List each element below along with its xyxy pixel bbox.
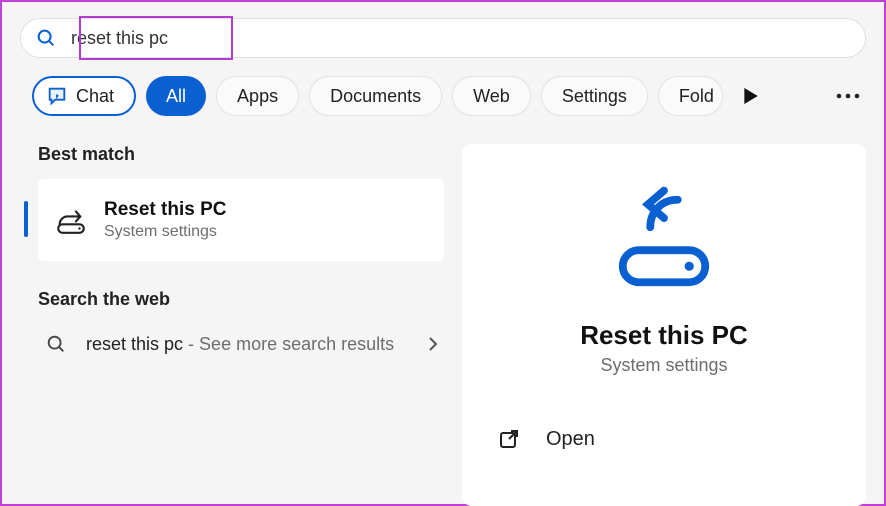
reset-pc-large-icon xyxy=(609,186,719,296)
open-action[interactable]: Open xyxy=(462,426,866,452)
search-web-heading: Search the web xyxy=(38,289,444,310)
filter-documents[interactable]: Documents xyxy=(309,76,442,116)
web-search-text: reset this pc - See more search results xyxy=(86,332,410,356)
filter-all[interactable]: All xyxy=(146,76,206,116)
preview-subtitle: System settings xyxy=(600,355,727,376)
search-icon xyxy=(35,27,57,49)
results-area: Best match Reset this PC System settings… xyxy=(2,144,884,506)
chevron-right-icon xyxy=(428,336,438,352)
filter-web[interactable]: Web xyxy=(452,76,531,116)
reset-pc-icon xyxy=(54,203,88,237)
search-icon xyxy=(44,332,68,356)
scroll-right-button[interactable] xyxy=(733,78,769,114)
best-match-title: Reset this PC xyxy=(104,199,226,221)
filter-row: Chat All Apps Documents Web Settings Fol… xyxy=(2,58,884,116)
preview-panel: Reset this PC System settings Open xyxy=(462,144,866,506)
filter-settings[interactable]: Settings xyxy=(541,76,648,116)
best-match-subtitle: System settings xyxy=(104,223,226,241)
filter-folders[interactable]: Fold xyxy=(658,76,723,116)
chat-label: Chat xyxy=(76,86,114,107)
bing-chat-icon xyxy=(46,85,68,107)
open-icon xyxy=(496,426,522,452)
search-bar[interactable] xyxy=(20,18,866,58)
open-label: Open xyxy=(546,428,595,451)
best-match-heading: Best match xyxy=(38,144,444,165)
best-match-text: Reset this PC System settings xyxy=(104,199,226,241)
results-left-column: Best match Reset this PC System settings… xyxy=(2,144,454,506)
search-input[interactable] xyxy=(71,28,851,49)
best-match-result[interactable]: Reset this PC System settings xyxy=(38,179,444,261)
web-search-item[interactable]: reset this pc - See more search results xyxy=(38,324,444,364)
preview-title: Reset this PC xyxy=(580,320,748,351)
chat-button[interactable]: Chat xyxy=(32,76,136,116)
more-options-button[interactable] xyxy=(830,78,866,114)
filter-apps[interactable]: Apps xyxy=(216,76,299,116)
